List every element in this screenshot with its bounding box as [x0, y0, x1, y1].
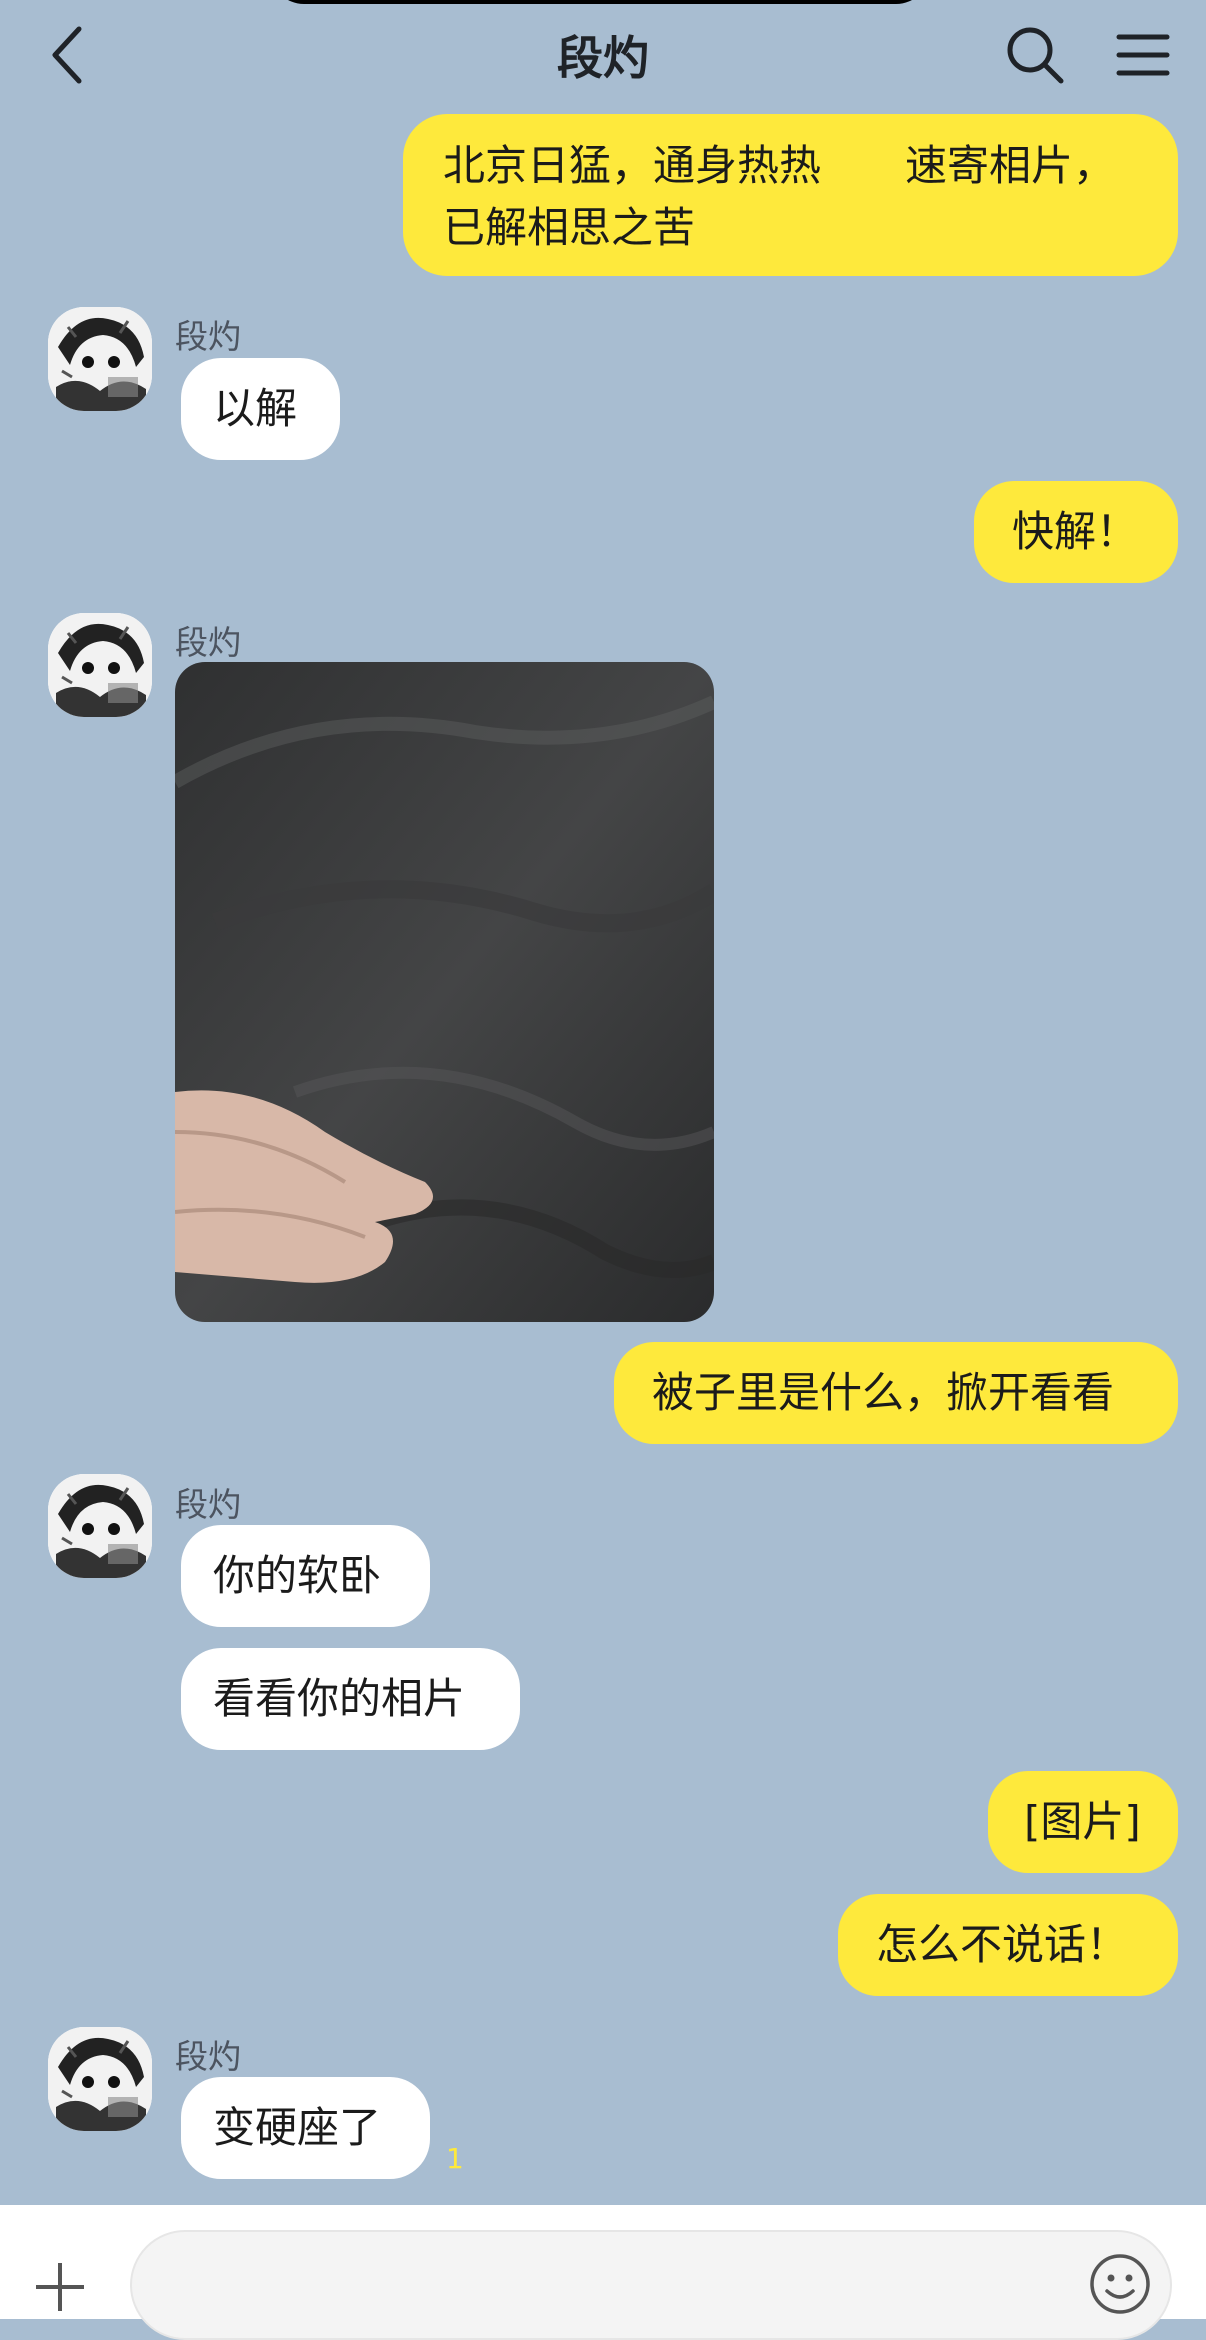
incoming-message-bubble[interactable]: 看看你的相片 [181, 1648, 520, 1750]
outgoing-message-bubble[interactable]: [图片] [988, 1771, 1178, 1873]
incoming-message-bubble[interactable]: 你的软卧 [181, 1525, 430, 1627]
message-text: 怎么不说话！ [876, 1920, 1129, 1969]
sender-name: 段灼 [175, 2037, 241, 2076]
avatar[interactable] [48, 307, 152, 411]
message-text: 你的软卧 [213, 1551, 382, 1600]
message-text: 被子里是什么，掀开看看 [652, 1368, 1115, 1417]
manga-avatar-image [48, 2027, 152, 2131]
outgoing-message-bubble[interactable]: 被子里是什么，掀开看看 [614, 1342, 1178, 1444]
message-text-line: 北京日猛，通身热热 速寄相片， [443, 141, 1116, 190]
hamburger-menu-icon [1116, 34, 1170, 76]
message-text-line: 已解相思之苦 [443, 203, 696, 252]
outgoing-message-bubble[interactable]: 怎么不说话！ [838, 1894, 1178, 1996]
sender-name: 段灼 [175, 623, 241, 662]
plus-icon [36, 2263, 84, 2311]
manga-avatar-image [48, 307, 152, 411]
sender-name: 段灼 [175, 317, 241, 356]
incoming-message-bubble[interactable]: 变硬座了 [181, 2077, 430, 2179]
message-text: 以解 [213, 384, 298, 433]
avatar[interactable] [48, 2027, 152, 2131]
message-text: 变硬座了 [213, 2103, 382, 2152]
avatar[interactable] [48, 613, 152, 717]
smiley-icon [1090, 2254, 1150, 2314]
status-notch [270, 0, 930, 4]
emoji-button[interactable] [1088, 2252, 1152, 2316]
menu-button[interactable] [1108, 20, 1178, 90]
unread-count: 1 [446, 2142, 464, 2175]
photo-image [175, 662, 714, 1322]
manga-avatar-image [48, 1474, 152, 1578]
sender-name: 段灼 [175, 1485, 241, 1524]
avatar[interactable] [48, 1474, 152, 1578]
message-text: [图片] [1024, 1797, 1141, 1846]
search-icon [1007, 27, 1064, 84]
manga-avatar-image [48, 613, 152, 717]
search-button[interactable] [1000, 20, 1070, 90]
photo-message[interactable] [175, 662, 714, 1322]
outgoing-message-bubble[interactable]: 快解！ [974, 481, 1178, 583]
outgoing-message-bubble[interactable]: 北京日猛，通身热热 速寄相片， 已解相思之苦 [403, 114, 1178, 276]
incoming-message-bubble[interactable]: 以解 [181, 358, 340, 460]
attach-button[interactable] [28, 2255, 92, 2319]
message-text: 看看你的相片 [213, 1674, 466, 1723]
message-text: 快解！ [1012, 507, 1139, 556]
message-input[interactable] [130, 2230, 1172, 2340]
